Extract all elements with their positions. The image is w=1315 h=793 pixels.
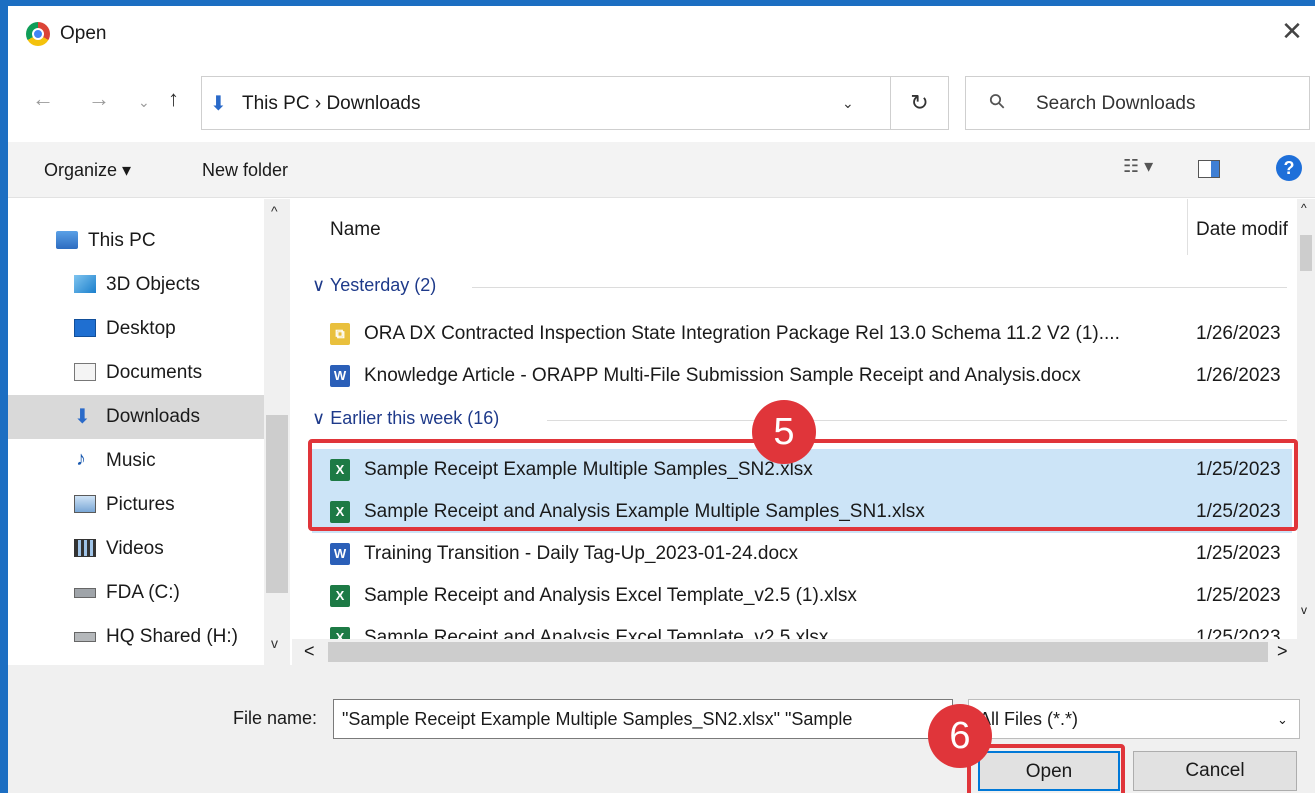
new-folder-button[interactable]: New folder (202, 160, 288, 181)
sidebar-item-fda-c[interactable]: FDA (C:) (8, 571, 264, 615)
word-file-icon: W (330, 365, 350, 387)
dialog-title: Open (60, 23, 107, 44)
word-file-icon: W (330, 543, 350, 565)
open-highlight-box (967, 744, 1125, 793)
sidebar-scrollbar[interactable]: ^ v (264, 199, 290, 665)
file-name-label: File name: (233, 708, 318, 728)
sidebar-item-documents[interactable]: Documents (8, 351, 264, 395)
scroll-down-icon[interactable]: v (1301, 603, 1307, 617)
group-header-yesterday[interactable]: ∨ Yesterday (2) (312, 275, 436, 296)
music-icon: ♪ (76, 448, 86, 470)
up-arrow-icon[interactable]: ↑ (168, 86, 179, 112)
address-bar[interactable]: ⬇ This PC › Downloads ⌄ (201, 76, 891, 130)
organize-menu-button[interactable]: Organize ▾ (44, 160, 131, 181)
chevron-down-icon: ∨ (312, 275, 326, 295)
excel-file-icon: X (330, 585, 350, 607)
scroll-down-icon[interactable]: v (271, 635, 278, 651)
file-date: 1/25/2023 (1196, 585, 1281, 606)
file-list-scroll-thumb[interactable] (1300, 235, 1312, 271)
horizontal-scrollbar[interactable]: < > (292, 639, 1315, 665)
help-icon[interactable]: ? (1276, 155, 1302, 181)
file-name-input[interactable]: "Sample Receipt Example Multiple Samples… (333, 699, 953, 739)
change-view-icon[interactable]: ☷ ▾ (1123, 156, 1153, 177)
documents-icon (74, 363, 96, 381)
file-name: ORA DX Contracted Inspection State Integ… (364, 323, 1120, 344)
sidebar-item-hq-shared-h[interactable]: HQ Shared (H:) (8, 615, 264, 659)
chevron-down-icon: ∨ (312, 408, 326, 428)
file-row[interactable]: W Knowledge Article - ORAPP Multi-File S… (312, 355, 1292, 397)
column-header-name[interactable]: Name (330, 219, 381, 241)
file-name-value: "Sample Receipt Example Multiple Samples… (342, 709, 853, 729)
file-row[interactable]: X Sample Receipt and Analysis Excel Temp… (312, 575, 1292, 617)
group-divider (547, 420, 1287, 421)
step-5-badge: 5 (752, 400, 816, 464)
column-divider[interactable] (1187, 199, 1188, 255)
command-bar: Organize ▾ New folder ☷ ▾ ? (8, 142, 1315, 198)
network-drive-icon (74, 632, 96, 642)
scroll-up-icon[interactable]: ^ (1301, 201, 1307, 215)
downloads-icon: ⬇ (74, 406, 91, 428)
step-6-badge: 6 (928, 704, 992, 768)
file-type-value: All Files (*.*) (979, 709, 1079, 729)
sidebar-item-videos[interactable]: Videos (8, 527, 264, 571)
group-header-earlier-this-week[interactable]: ∨ Earlier this week (16) (312, 408, 499, 429)
videos-icon (74, 539, 96, 557)
file-row[interactable]: ⧉ ORA DX Contracted Inspection State Int… (312, 313, 1292, 355)
recent-locations-icon[interactable]: ⌄ (138, 94, 150, 111)
drive-icon (74, 588, 96, 598)
back-arrow-icon[interactable]: ← (32, 86, 54, 112)
downloads-arrow-icon: ⬇ (210, 93, 227, 115)
file-name: Sample Receipt and Analysis Excel Templa… (364, 585, 857, 606)
file-date: 1/25/2023 (1196, 543, 1281, 564)
file-date: 1/26/2023 (1196, 323, 1281, 344)
group-divider (472, 287, 1287, 288)
file-name: Knowledge Article - ORAPP Multi-File Sub… (364, 365, 1081, 386)
chevron-down-icon[interactable]: ⌄ (842, 95, 854, 112)
open-file-dialog: Open ✕ ← → ⌄ ↑ ⬇ This PC › Downloads ⌄ ↻… (0, 0, 1315, 793)
sidebar-item-pictures[interactable]: Pictures (8, 483, 264, 527)
file-name: Training Transition - Daily Tag-Up_2023-… (364, 543, 799, 564)
cancel-button[interactable]: Cancel (1133, 751, 1297, 791)
search-placeholder: Search Downloads (1036, 93, 1196, 114)
sidebar-item-music[interactable]: ♪ Music (8, 439, 264, 483)
computer-icon (56, 231, 78, 249)
title-bar: Open ✕ (8, 6, 1315, 58)
sidebar-item-3d-objects[interactable]: 3D Objects (8, 263, 264, 307)
scroll-right-icon[interactable]: > (1277, 641, 1288, 662)
file-type-select[interactable]: All Files (*.*) ⌄ (968, 699, 1300, 739)
horizontal-scroll-thumb[interactable] (328, 642, 1268, 662)
chrome-icon (26, 22, 50, 46)
chevron-down-icon[interactable]: ⌄ (1277, 712, 1288, 728)
sidebar-scroll-thumb[interactable] (266, 415, 288, 593)
file-row[interactable]: W Training Transition - Daily Tag-Up_202… (312, 533, 1292, 575)
3d-objects-icon (74, 275, 96, 293)
scroll-up-icon[interactable]: ^ (271, 203, 278, 219)
preview-pane-icon[interactable] (1198, 160, 1220, 178)
zip-file-icon: ⧉ (330, 323, 350, 345)
column-header-date-modified[interactable]: Date modif (1196, 219, 1288, 241)
refresh-button[interactable]: ↻ (891, 76, 949, 130)
pictures-icon (74, 495, 96, 513)
desktop-icon (74, 319, 96, 337)
scroll-left-icon[interactable]: < (304, 641, 315, 662)
sidebar-item-this-pc[interactable]: This PC (8, 219, 264, 263)
file-list-scrollbar[interactable]: ^ v (1297, 199, 1315, 639)
sidebar-item-downloads[interactable]: ⬇ Downloads (8, 395, 264, 439)
search-input[interactable]: ⚲ Search Downloads (965, 76, 1310, 130)
search-icon: ⚲ (984, 88, 1011, 115)
file-date: 1/26/2023 (1196, 365, 1281, 386)
close-icon[interactable]: ✕ (1277, 16, 1307, 47)
navigation-pane: This PC 3D Objects Desktop Documents ⬇ D… (8, 199, 290, 665)
sidebar-item-desktop[interactable]: Desktop (8, 307, 264, 351)
forward-arrow-icon[interactable]: → (88, 86, 110, 112)
breadcrumb[interactable]: This PC › Downloads (242, 93, 420, 115)
